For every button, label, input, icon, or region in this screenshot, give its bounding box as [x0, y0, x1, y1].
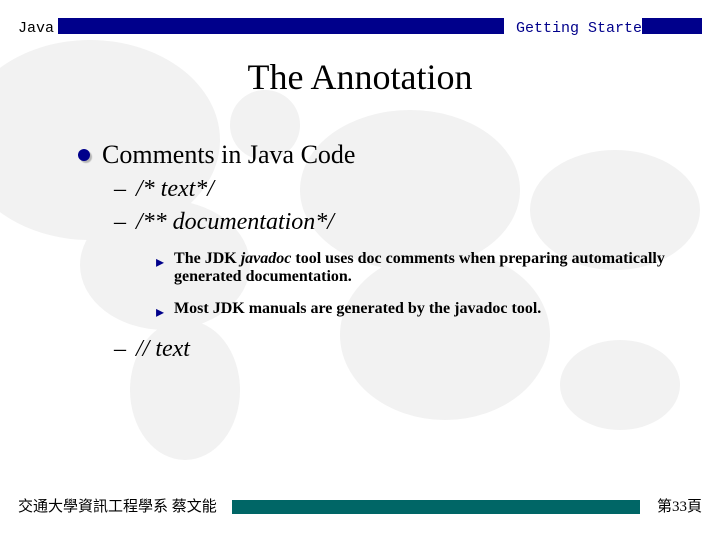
- arrow-icon: ▸: [156, 252, 164, 272]
- content-area: Comments in Java Code – /* text*/ – /** …: [78, 140, 680, 369]
- footer-left-text: 交通大學資訊工程學系 蔡文能: [18, 495, 217, 516]
- bullet-level2-text: // text: [136, 336, 190, 363]
- footer-page-number: 第33頁: [657, 495, 702, 516]
- bullet-icon: [78, 149, 90, 161]
- bullet-level2-item1: – /* text*/: [114, 176, 680, 203]
- bullet-level1-text: Comments in Java Code: [102, 140, 355, 170]
- slide-title: The Annotation: [0, 56, 720, 98]
- bullet-level1: Comments in Java Code: [78, 140, 680, 170]
- footer: 交通大學資訊工程學系 蔡文能 第33頁: [0, 494, 720, 516]
- dash-icon: –: [114, 336, 126, 363]
- bullet-level3-item2: ▸ Most JDK manuals are generated by the …: [156, 300, 680, 322]
- header: Java Getting Started: [0, 18, 720, 44]
- footer-bar: [232, 500, 640, 514]
- dash-icon: –: [114, 209, 126, 236]
- arrow-icon: ▸: [156, 302, 164, 322]
- bullet-level3-text: The JDK javadoc tool uses doc comments w…: [174, 250, 680, 286]
- bullet-level2-item2: – /** documentation*/: [114, 209, 680, 236]
- bullet-level3-item1: ▸ The JDK javadoc tool uses doc comments…: [156, 250, 680, 286]
- bullet-level3-text: Most JDK manuals are generated by the ja…: [174, 300, 541, 318]
- header-bar-left: [58, 18, 504, 34]
- bullet-level2-text: /** documentation*/: [136, 209, 334, 236]
- bullet-level2-item3: – // text: [114, 336, 680, 363]
- header-left-text: Java: [18, 20, 54, 37]
- header-bar-right: [642, 18, 702, 34]
- header-right-text: Getting Started: [516, 20, 651, 37]
- slide: Java Getting Started The Annotation Comm…: [0, 0, 720, 540]
- bullet-level2-text: /* text*/: [136, 176, 214, 203]
- dash-icon: –: [114, 176, 126, 203]
